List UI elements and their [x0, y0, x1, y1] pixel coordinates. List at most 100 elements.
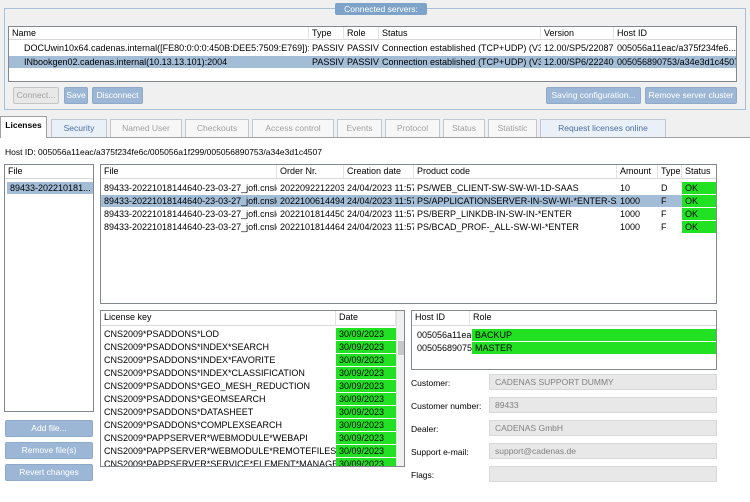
- saving-configuration-button[interactable]: Saving configuration...: [546, 87, 641, 104]
- servers-table[interactable]: Name Type Role Status Version Host ID DO…: [8, 26, 737, 82]
- customer-number-label: Customer number:: [411, 401, 482, 411]
- tab-licenses[interactable]: Licenses: [0, 116, 47, 138]
- server-name: DOCUwin10x64.cadenas.internal([FE80:0:0:…: [24, 43, 309, 53]
- server-row-selected[interactable]: INbookgen02.cadenas.internal(10.13.13.10…: [9, 56, 736, 68]
- customer-number-field[interactable]: 89433: [489, 397, 717, 413]
- host-row[interactable]: 005056a11eac BACKUP: [414, 329, 716, 341]
- license-row[interactable]: 89433-20221018144640-23-03-27_jofl.cnsld…: [101, 208, 716, 220]
- tab-checkouts[interactable]: Checkouts: [185, 119, 249, 137]
- license-file: 89433-20221018144640-23-03-27_jofl.cnsld…: [104, 183, 277, 193]
- license-key-row[interactable]: CNS2009*PSADDONS*INDEX*SEARCH 30/09/2023: [101, 341, 396, 353]
- license-status: OK: [682, 221, 716, 233]
- tab-security[interactable]: Security: [51, 119, 107, 137]
- licenses-header-amount[interactable]: Amount: [617, 165, 658, 179]
- hosts-header-id[interactable]: Host ID: [412, 311, 470, 326]
- license-key-row[interactable]: CNS2009*PAPPSERVER*WEBMODULE*REMOTEFILES…: [101, 445, 396, 457]
- license-row[interactable]: 89433-20221018144640-23-03-27_jofl.cnsld…: [101, 182, 716, 194]
- license-type: F: [661, 222, 667, 232]
- license-row[interactable]: 89433-20221018144640-23-03-27_jofl.cnsld…: [101, 221, 716, 233]
- licenses-header-product-code[interactable]: Product code: [414, 165, 617, 179]
- license-keys-table[interactable]: License key Date ˇ CNS2009*PSADDONS*LOD 3…: [100, 310, 405, 467]
- scrollbar-thumb[interactable]: [398, 341, 404, 355]
- license-status: OK: [682, 195, 716, 207]
- hosts-header-role[interactable]: Role: [470, 311, 716, 326]
- license-key-row[interactable]: CNS2009*PAPPSERVER*WEBMODULE*WEBAPI 30/09…: [101, 432, 396, 444]
- sort-icon: ˇ: [47, 164, 49, 169]
- license-key-row[interactable]: CNS2009*PSADDONS*DATASHEET 30/09/2023: [101, 406, 396, 418]
- customer-label: Customer:: [411, 378, 451, 388]
- file-list-item[interactable]: 89433-202210181...: [7, 182, 93, 194]
- support-email-field[interactable]: support@cadenas.de: [489, 443, 717, 459]
- license-key-date: 30/09/2023: [336, 458, 396, 466]
- license-key: CNS2009*PAPPSERVER*WEBMODULE*REMOTEFILES…: [104, 446, 336, 456]
- license-key-row[interactable]: CNS2009*PSADDONS*INDEX*FAVORITE 30/09/202…: [101, 354, 396, 366]
- license-key-date: 30/09/2023: [336, 367, 396, 379]
- servers-header-hostid[interactable]: Host ID: [614, 27, 736, 40]
- support-email-label: Support e-mail:: [411, 447, 469, 457]
- license-key-row[interactable]: CNS2009*PSADDONS*COMPLEXSEARCH 30/09/2023: [101, 419, 396, 431]
- license-key-date: 30/09/2023: [336, 419, 396, 431]
- license-row-selected[interactable]: 89433-20221018144640-23-03-27_jofl.cnsld…: [101, 195, 716, 207]
- add-file-button[interactable]: Add file...: [5, 420, 93, 437]
- dealer-field[interactable]: CADENAS GmbH: [489, 420, 717, 436]
- host-row[interactable]: 005056890753 MASTER: [414, 342, 716, 354]
- server-status: Connection established (TCP+UDP) (V3): [382, 43, 541, 53]
- hosts-table[interactable]: Host ID Role ˇ 005056a11eac BACKUP 00505…: [411, 310, 717, 370]
- flags-field[interactable]: [489, 466, 717, 482]
- servers-header-version[interactable]: Version: [541, 27, 614, 40]
- host-id-line: Host ID: 005056a11eac/a375f234fe6c/00505…: [5, 147, 322, 157]
- tab-request-licenses-online[interactable]: Request licenses online: [540, 119, 666, 137]
- remove-files-button[interactable]: Remove file(s): [5, 442, 93, 459]
- licenses-header-type[interactable]: Type: [658, 165, 682, 179]
- license-keys-scrollbar[interactable]: [396, 311, 404, 466]
- tab-status[interactable]: Status: [443, 119, 485, 137]
- customer-field[interactable]: CADENAS SUPPORT DUMMY: [489, 374, 717, 390]
- host-role: MASTER: [472, 342, 716, 354]
- license-status: OK: [682, 182, 716, 194]
- license-key-date: 30/09/2023: [336, 341, 396, 353]
- server-role: PASSIVE: [347, 43, 379, 53]
- license-key: CNS2009*PSADDONS*COMPLEXSEARCH: [104, 420, 283, 430]
- license-key: CNS2009*PSADDONS*INDEX*SEARCH: [104, 342, 270, 352]
- file-list-header[interactable]: File: [5, 165, 93, 179]
- licenses-header-creation-date[interactable]: Creation date: [344, 165, 414, 179]
- licenses-header-file[interactable]: File: [101, 165, 277, 179]
- license-keys-header-date[interactable]: Date: [336, 311, 396, 326]
- license-key-row[interactable]: CNS2009*PSADDONS*GEO_MESH_REDUCTION 30/09…: [101, 380, 396, 392]
- licenses-header-status[interactable]: Status: [682, 165, 716, 179]
- tab-statistic[interactable]: Statistic: [488, 119, 537, 137]
- save-button[interactable]: Save: [64, 87, 88, 104]
- connect-button[interactable]: Connect...: [13, 87, 59, 104]
- tab-access-control[interactable]: Access control: [252, 119, 334, 137]
- servers-header-type[interactable]: Type: [309, 27, 344, 40]
- licenses-header-order[interactable]: Order Nr.: [277, 165, 344, 179]
- license-key-row[interactable]: CNS2009*PAPPSERVER*SERVICE*ELEMENT*MANAG…: [101, 458, 396, 466]
- remove-server-cluster-button[interactable]: Remove server cluster: [645, 87, 737, 104]
- dealer-label: Dealer:: [411, 424, 439, 434]
- license-amount: 1000: [620, 209, 641, 219]
- server-row[interactable]: DOCUwin10x64.cadenas.internal([FE80:0:0:…: [9, 42, 736, 54]
- license-product: PS/BCAD_PROF-_ALL-SW-WI-*ENTER: [417, 222, 579, 232]
- server-version: 12.00/SP5/220879: [544, 43, 614, 53]
- license-order: 20221006144940: [280, 196, 344, 206]
- disconnect-button[interactable]: Disconnect: [92, 87, 143, 104]
- license-keys-header-key[interactable]: License key: [101, 311, 336, 326]
- file-list[interactable]: File ˇ 89433-202210181...: [4, 164, 94, 412]
- servers-header-role[interactable]: Role: [344, 27, 379, 40]
- license-key: CNS2009*PSADDONS*GEOMSEARCH: [104, 394, 266, 404]
- tab-events[interactable]: Events: [337, 119, 382, 137]
- servers-header-status[interactable]: Status: [379, 27, 541, 40]
- tab-protocol[interactable]: Protocol: [385, 119, 440, 137]
- license-key-row[interactable]: CNS2009*PSADDONS*INDEX*CLASSIFICATION 30/…: [101, 367, 396, 379]
- license-key: CNS2009*PSADDONS*GEO_MESH_REDUCTION: [104, 381, 311, 391]
- license-key-row[interactable]: CNS2009*PSADDONS*LOD 30/09/2023: [101, 328, 396, 340]
- license-order: 20221018144507: [280, 209, 344, 219]
- revert-changes-button[interactable]: Revert changes: [5, 464, 93, 481]
- server-name: INbookgen02.cadenas.internal(10.13.13.10…: [24, 57, 228, 67]
- servers-header-name[interactable]: Name: [9, 27, 309, 40]
- server-hostid: 005056a11eac/a375f234fe6...: [617, 43, 736, 53]
- tab-named-user[interactable]: Named User: [110, 119, 182, 137]
- license-key-row[interactable]: CNS2009*PSADDONS*GEOMSEARCH 30/09/2023: [101, 393, 396, 405]
- licenses-table[interactable]: File Order Nr. Creation date Product cod…: [100, 164, 717, 304]
- license-amount: 1000: [620, 222, 641, 232]
